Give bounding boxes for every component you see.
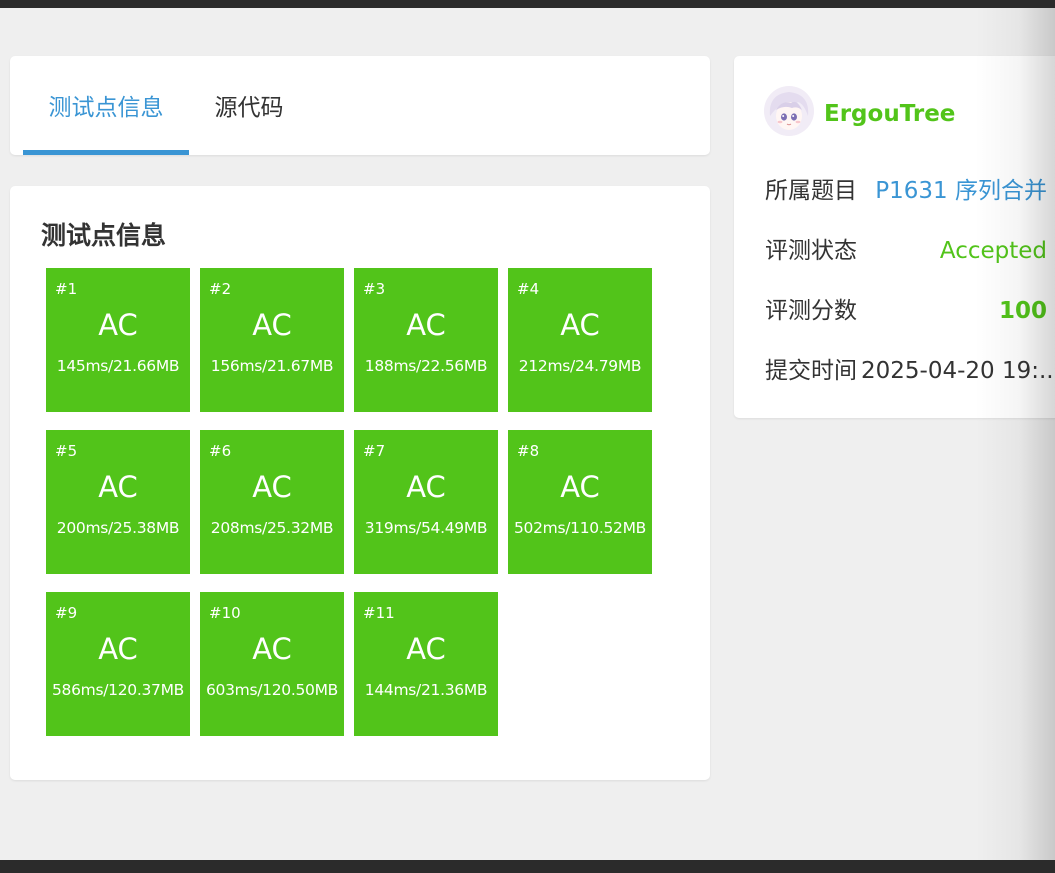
testcase-status: AC — [406, 308, 446, 342]
testcase-status: AC — [252, 632, 292, 666]
testcase-status: AC — [98, 632, 138, 666]
tab-source-code[interactable]: 源代码 — [204, 56, 294, 155]
testcase-cell[interactable]: #1 AC 145ms/21.66MB — [46, 268, 190, 412]
testcase-time-memory: 212ms/24.79MB — [518, 357, 642, 375]
testcase-number: #4 — [517, 280, 540, 298]
testcase-cell[interactable]: #4 AC 212ms/24.79MB — [508, 268, 652, 412]
submit-time-value: 2025-04-20 19:... — [861, 358, 1055, 384]
testcase-cell[interactable]: #5 AC 200ms/25.38MB — [46, 430, 190, 574]
testcase-cell[interactable]: #2 AC 156ms/21.67MB — [200, 268, 344, 412]
testcase-cell[interactable]: #3 AC 188ms/22.56MB — [354, 268, 498, 412]
window-top-bar — [0, 0, 1055, 8]
problem-row: 所属题目 P1631 序列合并 — [765, 176, 1055, 206]
avatar-anime-girl-icon — [764, 86, 814, 136]
status-row: 评测状态 Accepted — [765, 236, 1055, 266]
testcase-status: AC — [560, 308, 600, 342]
submission-info-card: ErgouTree 所属题目 P1631 序列合并 评测状态 Accepted … — [734, 56, 1055, 418]
section-title: 测试点信息 — [41, 221, 167, 250]
testcase-number: #7 — [363, 442, 386, 460]
testcase-number: #9 — [55, 604, 78, 622]
testcase-cell[interactable]: #7 AC 319ms/54.49MB — [354, 430, 498, 574]
testcase-cell[interactable]: #6 AC 208ms/25.32MB — [200, 430, 344, 574]
testcase-time-memory: 156ms/21.67MB — [210, 357, 334, 375]
testcase-status: AC — [252, 470, 292, 504]
status-label: 评测状态 — [765, 238, 857, 264]
testcase-cell[interactable]: #10 AC 603ms/120.50MB — [200, 592, 344, 736]
status-value: Accepted — [939, 238, 1047, 264]
testcase-status: AC — [406, 470, 446, 504]
testcase-status: AC — [98, 470, 138, 504]
avatar[interactable] — [764, 86, 814, 136]
testcase-time-memory: 188ms/22.56MB — [364, 357, 488, 375]
testcase-time-memory: 208ms/25.32MB — [210, 519, 334, 537]
testcase-panel: 测试点信息 #1 AC 145ms/21.66MB #2 AC 156ms/21.67MB… — [10, 186, 710, 780]
testcase-cell[interactable]: #9 AC 586ms/120.37MB — [46, 592, 190, 736]
submit-time-label: 提交时间 — [765, 358, 857, 384]
testcase-time-memory: 319ms/54.49MB — [364, 519, 488, 537]
testcase-time-memory: 603ms/120.50MB — [205, 681, 339, 699]
testcase-time-memory: 200ms/25.38MB — [56, 519, 180, 537]
testcase-cell[interactable]: #8 AC 502ms/110.52MB — [508, 430, 652, 574]
testcase-number: #3 — [363, 280, 386, 298]
score-label: 评测分数 — [765, 298, 857, 324]
testcase-number: #10 — [209, 604, 241, 622]
testcase-status: AC — [406, 632, 446, 666]
testcase-number: #2 — [209, 280, 232, 298]
testcase-cell[interactable]: #11 AC 144ms/21.36MB — [354, 592, 498, 736]
testcase-grid: #1 AC 145ms/21.66MB #2 AC 156ms/21.67MB #3 AC 18… — [46, 268, 666, 738]
problem-label: 所属题目 — [765, 178, 857, 204]
testcase-status: AC — [252, 308, 292, 342]
tab-testcase-info[interactable]: 测试点信息 — [23, 56, 189, 155]
problem-link[interactable]: P1631 序列合并 — [875, 176, 1047, 206]
testcase-number: #6 — [209, 442, 232, 460]
testcase-number: #8 — [517, 442, 540, 460]
testcase-time-memory: 144ms/21.36MB — [364, 681, 488, 699]
testcase-time-memory: 145ms/21.66MB — [56, 357, 180, 375]
score-value: 100 — [998, 298, 1047, 324]
testcase-number: #11 — [363, 604, 395, 622]
testcase-time-memory: 502ms/110.52MB — [513, 519, 647, 537]
window-bottom-bar — [0, 860, 1055, 873]
score-row: 评测分数 100 — [765, 296, 1055, 326]
testcase-number: #1 — [55, 280, 78, 298]
testcase-number: #5 — [55, 442, 78, 460]
testcase-status: AC — [98, 308, 138, 342]
tabs-card: 测试点信息 源代码 — [10, 56, 710, 155]
submit-time-row: 提交时间 2025-04-20 19:... — [765, 356, 1055, 386]
testcase-status: AC — [560, 470, 600, 504]
testcase-time-memory: 586ms/120.37MB — [51, 681, 185, 699]
username-link[interactable]: ErgouTree — [824, 101, 955, 127]
